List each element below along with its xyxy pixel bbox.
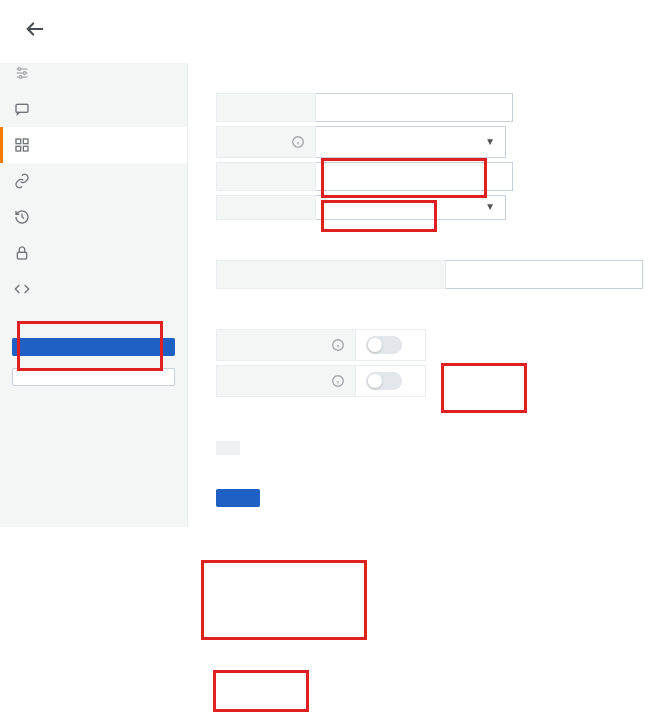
type-label	[216, 126, 316, 158]
history-icon	[14, 209, 30, 225]
include-all-label	[216, 365, 356, 397]
values-input[interactable]	[446, 260, 643, 289]
sliders-icon	[14, 65, 30, 81]
sidebar-item-json-model[interactable]	[0, 271, 187, 307]
info-icon	[291, 135, 305, 149]
update-button[interactable]	[216, 489, 260, 507]
sidebar-item-general[interactable]	[0, 63, 187, 91]
label-input[interactable]	[316, 162, 513, 191]
link-icon	[14, 173, 30, 189]
main-content: ▼ ▼	[188, 63, 661, 527]
name-label	[216, 93, 316, 122]
sidebar-item-versions[interactable]	[0, 199, 187, 235]
include-all-toggle[interactable]	[366, 372, 402, 390]
sidebar-item-variables[interactable]	[0, 127, 187, 163]
lock-icon	[14, 245, 30, 261]
multi-value-toggle[interactable]	[366, 336, 402, 354]
sidebar-item-annotations[interactable]	[0, 91, 187, 127]
chevron-down-icon: ▼	[485, 137, 495, 148]
back-button[interactable]	[20, 14, 50, 47]
values-label	[216, 260, 446, 289]
preview-value-chip	[216, 441, 240, 455]
arrow-left-icon	[24, 28, 46, 43]
settings-sidebar	[0, 63, 188, 527]
name-input[interactable]	[316, 93, 513, 122]
chevron-down-icon: ▼	[485, 202, 495, 213]
label-label	[216, 162, 316, 191]
save-as-button[interactable]	[12, 368, 175, 386]
comment-icon	[14, 101, 30, 117]
sidebar-item-links[interactable]	[0, 163, 187, 199]
hide-label	[216, 195, 316, 220]
hide-select[interactable]: ▼	[316, 195, 506, 220]
highlight-box	[201, 560, 367, 640]
info-icon	[331, 338, 345, 352]
grid-icon	[14, 137, 30, 153]
multi-value-label	[216, 329, 356, 361]
highlight-box	[213, 670, 309, 712]
sidebar-item-permissions[interactable]	[0, 235, 187, 271]
type-select[interactable]: ▼	[316, 126, 506, 158]
save-dashboard-button[interactable]	[12, 338, 175, 356]
code-icon	[14, 281, 30, 297]
info-icon	[331, 374, 345, 388]
